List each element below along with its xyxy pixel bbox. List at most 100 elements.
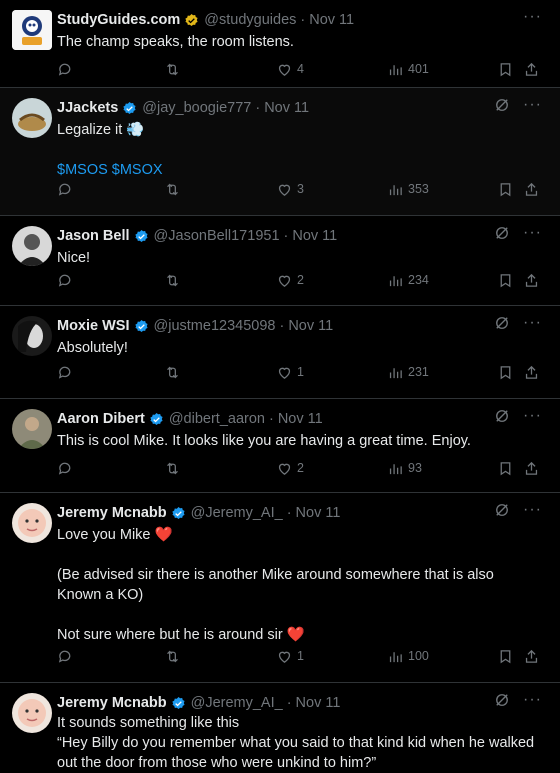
avatar[interactable] — [12, 10, 52, 50]
views-button[interactable]: 100 — [387, 645, 429, 667]
tweet-line — [57, 605, 540, 625]
views-button[interactable]: 93 — [387, 457, 422, 479]
bookmark-button[interactable] — [497, 178, 514, 200]
tweet-date[interactable]: Nov 11 — [309, 12, 354, 28]
more-options-icon[interactable]: ··· — [523, 224, 542, 242]
like-button[interactable]: 1 — [276, 645, 304, 667]
author-name[interactable]: Moxie WSI — [57, 318, 130, 334]
verified-icon — [171, 696, 185, 709]
bookmark-button[interactable] — [497, 457, 514, 479]
author-handle[interactable]: @Jeremy_AI_ — [191, 695, 283, 711]
retweet-button[interactable] — [164, 58, 185, 80]
reply-button[interactable] — [57, 645, 78, 667]
reply-button[interactable] — [57, 269, 78, 291]
heart-icon — [278, 651, 291, 663]
share-button[interactable] — [523, 361, 540, 383]
avatar[interactable] — [12, 98, 52, 138]
verified-icon — [171, 506, 185, 519]
avatar[interactable] — [12, 503, 52, 543]
more-options-icon[interactable]: ··· — [523, 407, 542, 425]
grok-icon[interactable] — [493, 96, 511, 114]
share-button[interactable] — [523, 58, 540, 80]
avatar[interactable] — [12, 316, 52, 356]
author-handle[interactable]: @dibert_aaron — [169, 411, 265, 427]
tweet-date[interactable]: Nov 11 — [264, 100, 309, 116]
views-button[interactable]: 353 — [387, 178, 429, 200]
author-handle[interactable]: @Jeremy_AI_ — [191, 505, 283, 521]
reply-button[interactable] — [57, 58, 78, 80]
author-handle[interactable]: @studyguides — [204, 12, 296, 28]
bookmark-button[interactable] — [497, 645, 514, 667]
more-options-icon[interactable]: ··· — [523, 96, 542, 114]
share-button[interactable] — [523, 269, 540, 291]
author-name[interactable]: JJackets — [57, 100, 118, 116]
tweet[interactable]: StudyGuides.com @studyguides · Nov 11 ··… — [0, 0, 560, 88]
share-button[interactable] — [523, 645, 540, 667]
author-handle[interactable]: @justme12345098 — [154, 318, 276, 334]
tweet-date[interactable]: Nov 11 — [296, 505, 341, 521]
grok-icon[interactable] — [493, 501, 511, 519]
author-name[interactable]: Jason Bell — [57, 228, 130, 244]
tweet-top-actions: ··· — [493, 691, 542, 709]
reply-button[interactable] — [57, 361, 78, 383]
tweet[interactable]: JJackets @jay_boogie777 · Nov 11 ··· Leg… — [0, 88, 560, 216]
tweet-header: Jeremy Mcnabb @Jeremy_AI_ · Nov 11 — [57, 503, 500, 523]
tweet-header: Jeremy Mcnabb @Jeremy_AI_ · Nov 11 — [57, 693, 500, 713]
grok-icon[interactable] — [493, 691, 511, 709]
like-button[interactable]: 2 — [276, 269, 304, 291]
tweet-text: Love you Mike ❤️ (Be advised sir there i… — [57, 525, 540, 645]
author-handle[interactable]: @JasonBell171951 — [154, 228, 280, 244]
bookmark-button[interactable] — [497, 269, 514, 291]
tweet[interactable]: Jeremy Mcnabb @Jeremy_AI_ · Nov 11 ··· I… — [0, 683, 560, 773]
author-name[interactable]: StudyGuides.com — [57, 12, 180, 28]
more-options-icon[interactable]: ··· — [523, 501, 542, 519]
retweet-button[interactable] — [164, 269, 185, 291]
tweet-date[interactable]: Nov 11 — [278, 411, 323, 427]
cashtag-line[interactable]: $MSOS $MSOX — [57, 160, 540, 180]
more-options-icon[interactable]: ··· — [523, 8, 542, 26]
tweet[interactable]: Jeremy Mcnabb @Jeremy_AI_ · Nov 11 ··· L… — [0, 493, 560, 683]
retweet-button[interactable] — [164, 645, 185, 667]
tweet-date[interactable]: Nov 11 — [296, 695, 341, 711]
tweet-date[interactable]: Nov 11 — [288, 318, 333, 334]
like-button[interactable]: 2 — [276, 457, 304, 479]
retweet-button[interactable] — [164, 178, 185, 200]
tweet-text: It sounds something like this “Hey Billy… — [57, 713, 540, 773]
like-button[interactable]: 3 — [276, 178, 304, 200]
author-name[interactable]: Jeremy Mcnabb — [57, 505, 167, 521]
tweet[interactable]: Moxie WSI @justme12345098 · Nov 11 ··· A… — [0, 306, 560, 399]
grok-icon[interactable] — [493, 407, 511, 425]
author-name[interactable]: Jeremy Mcnabb — [57, 695, 167, 711]
grok-icon[interactable] — [493, 314, 511, 332]
avatar[interactable] — [12, 693, 52, 733]
tweet-header: JJackets @jay_boogie777 · Nov 11 — [57, 98, 500, 118]
tweet-actions: 2 234 — [57, 269, 546, 291]
tweet-text: Legalize it 💨 $MSOS $MSOX — [57, 120, 540, 180]
retweet-button[interactable] — [164, 457, 185, 479]
share-button[interactable] — [523, 457, 540, 479]
reply-button[interactable] — [57, 178, 78, 200]
retweet-button[interactable] — [164, 361, 185, 383]
views-button[interactable]: 234 — [387, 269, 429, 291]
avatar[interactable] — [12, 409, 52, 449]
tweet[interactable]: Aaron Dibert @dibert_aaron · Nov 11 ··· … — [0, 399, 560, 493]
more-options-icon[interactable]: ··· — [523, 691, 542, 709]
like-button[interactable]: 1 — [276, 361, 304, 383]
bookmark-button[interactable] — [497, 361, 514, 383]
author-handle[interactable]: @jay_boogie777 — [142, 100, 251, 116]
author-name[interactable]: Aaron Dibert — [57, 411, 145, 427]
reply-button[interactable] — [57, 457, 78, 479]
tweet-text: This is cool Mike. It looks like you are… — [57, 431, 540, 451]
like-button[interactable]: 4 — [276, 58, 304, 80]
avatar[interactable] — [12, 226, 52, 266]
views-button[interactable]: 231 — [387, 361, 429, 383]
verified-icon — [134, 229, 148, 242]
bookmark-button[interactable] — [497, 58, 514, 80]
more-options-icon[interactable]: ··· — [523, 314, 542, 332]
tweet-date[interactable]: Nov 11 — [292, 228, 337, 244]
tweet[interactable]: Jason Bell @JasonBell171951 · Nov 11 ···… — [0, 216, 560, 306]
share-button[interactable] — [523, 178, 540, 200]
tweet-actions: 3 353 — [57, 178, 546, 200]
views-button[interactable]: 401 — [387, 58, 429, 80]
grok-icon[interactable] — [493, 224, 511, 242]
